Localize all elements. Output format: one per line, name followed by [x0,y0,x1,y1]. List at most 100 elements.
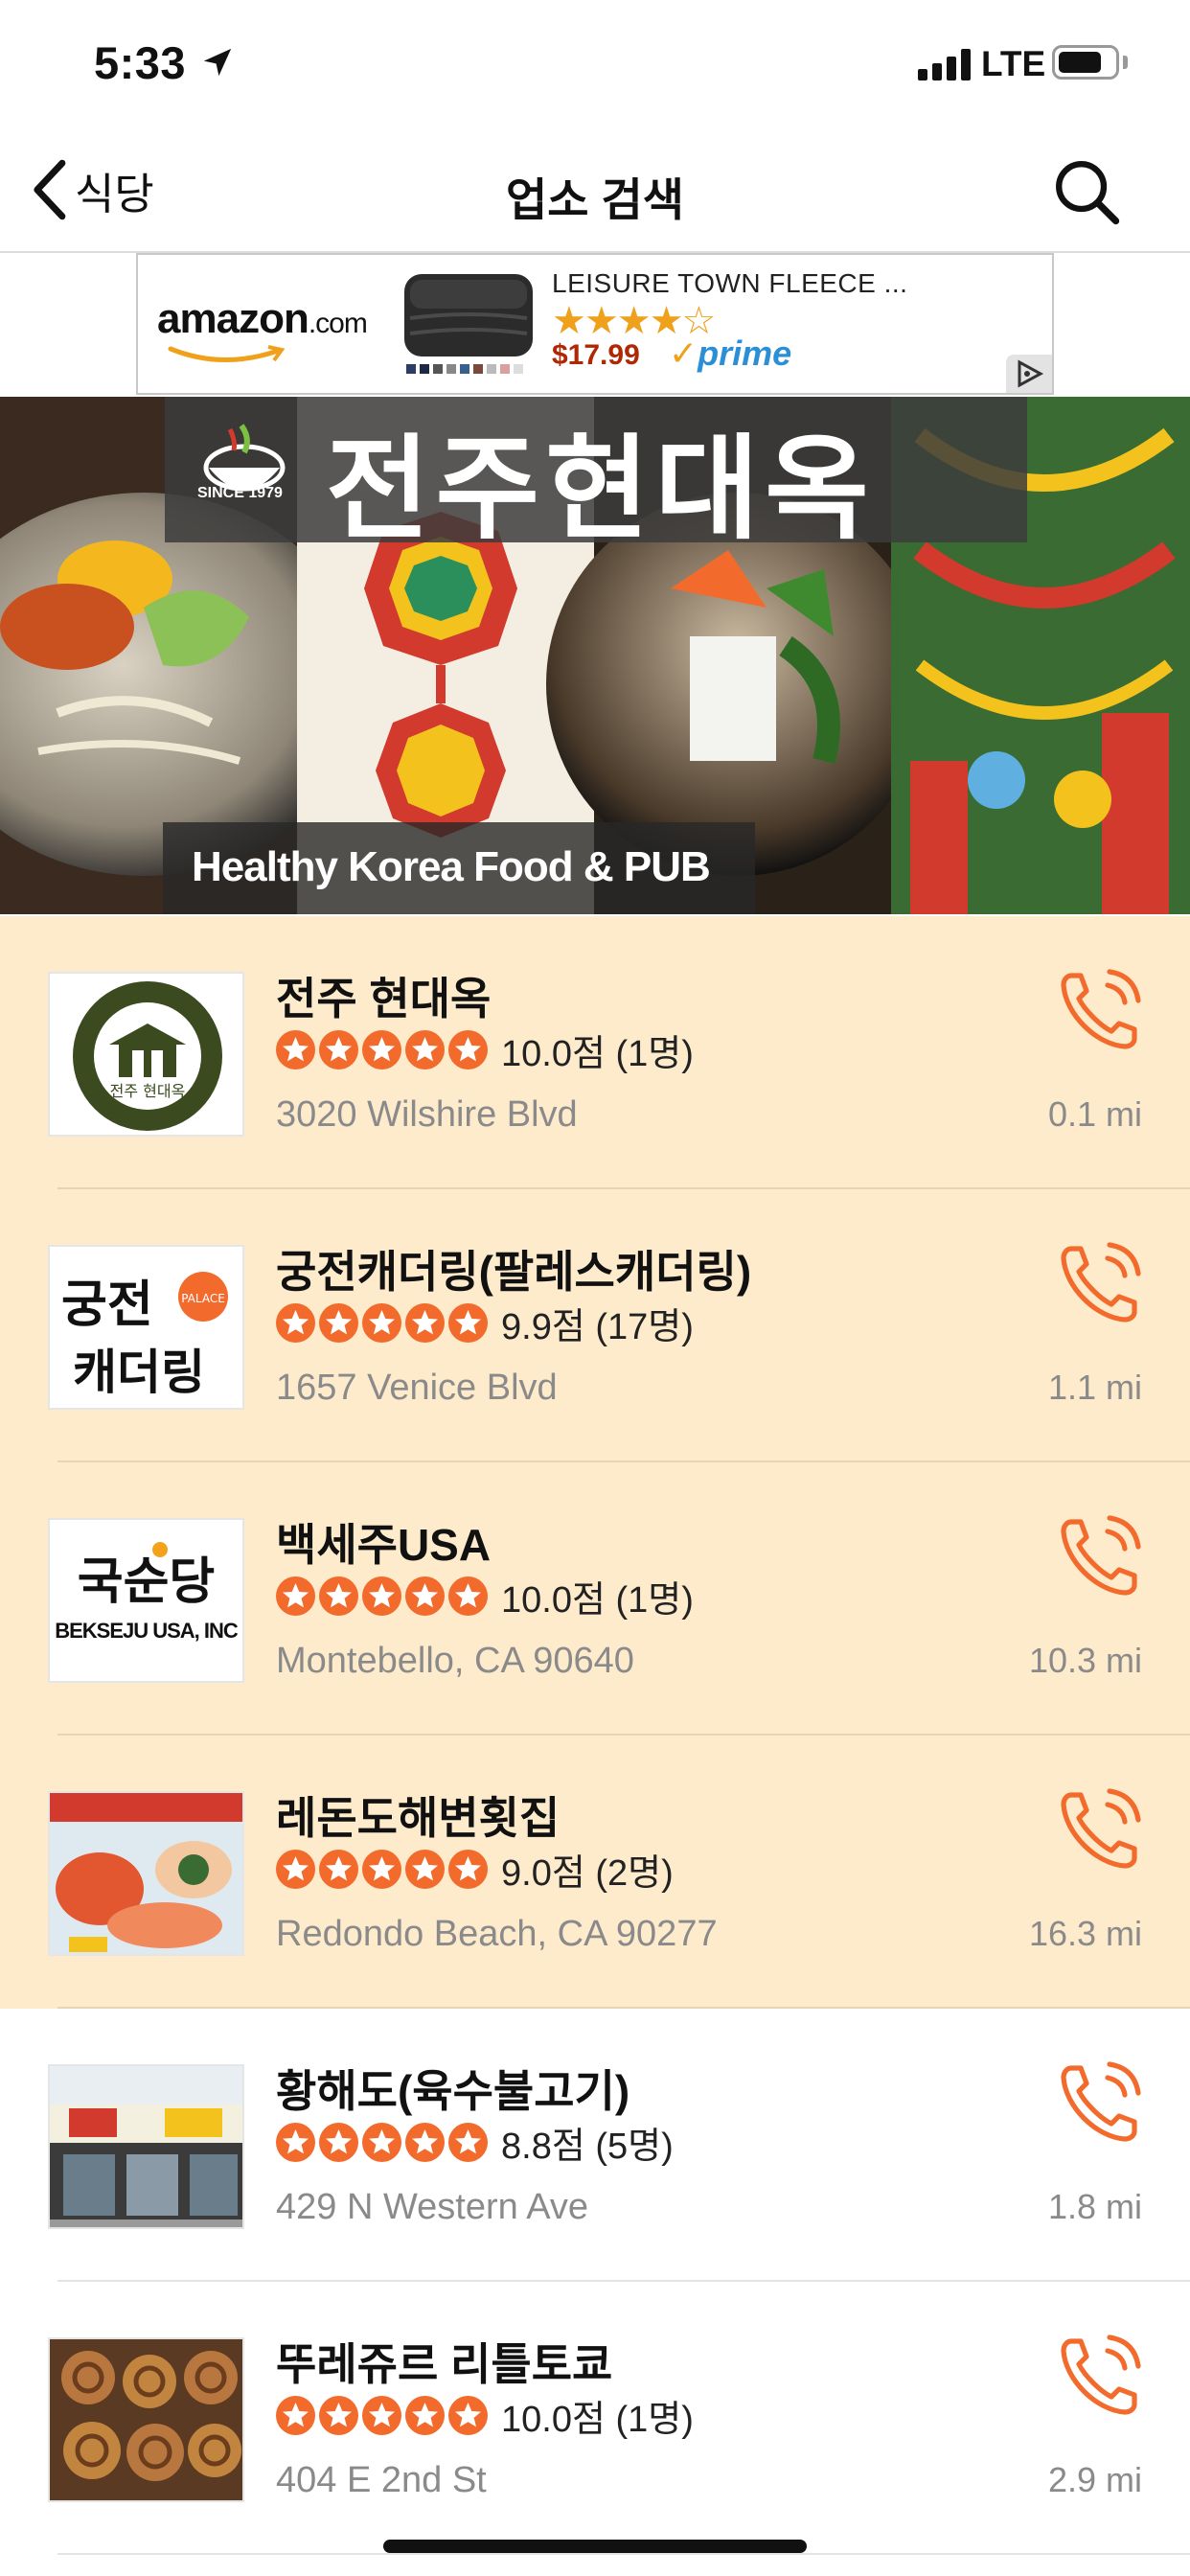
business-name: 뚜레쥬르 리틀토쿄 [276,2339,613,2389]
star-icon [405,2395,445,2435]
business-distance: 2.9 mi [1047,2460,1142,2499]
bekseju-logo-subtext: BEKSEJU USA, INC [55,1619,239,1643]
star-icon [405,1849,445,1889]
business-distance: 16.3 mi [1028,1914,1142,1953]
business-address: 1657 Venice Blvd [276,1368,558,1408]
star-rating [276,1576,488,1616]
list-item[interactable]: 궁전 PALACE 캐더링 궁전캐더링(팔레스캐더링) 9.9점 (17명) 1… [0,1189,1190,1462]
rating: 10.0점 (1명) [276,1574,694,1621]
rating-score: 8.8점 (5명) [501,2126,674,2167]
amazon-logo: amazon.com [157,295,368,342]
phone-call-icon[interactable] [1054,1510,1146,1602]
business-address: 404 E 2nd St [276,2460,487,2500]
row-divider [57,2553,1190,2555]
star-icon [448,2122,488,2162]
battery-icon [1052,45,1119,80]
star-icon [319,2122,358,2162]
ad-price: $17.99 [552,339,640,371]
amazon-smile-icon [168,345,286,363]
rating: 9.9점 (17명) [276,1300,694,1347]
business-thumbnail: 국순당 BEKSEJU USA, INC [48,1518,244,1683]
list-item[interactable]: 국순당 BEKSEJU USA, INC 백세주USA 10.0점 (1명) M… [0,1462,1190,1736]
business-distance: 1.1 mi [1047,1368,1142,1407]
rating: 9.0점 (2명) [276,1847,674,1894]
phone-call-icon[interactable] [1054,2057,1146,2149]
star-icon [405,1302,445,1343]
star-icon [276,1302,315,1343]
navigation-bar: 식당 업소 검색 [0,126,1190,253]
list-item[interactable]: 전주 현대옥 전주 현대옥 10.0점 (1명) 3020 Wilshire B… [0,916,1190,1189]
business-name: 궁전캐더링(팔레스캐더링) [276,1247,752,1297]
palace-catering-logo-image: 궁전 PALACE 캐더링 [50,1247,242,1408]
ad-choices-icon[interactable] [1006,355,1052,393]
hero-since-label: SINCE 1979 [197,485,283,501]
list-item[interactable]: 황해도(육수불고기) 8.8점 (5명) 429 N Western Ave 1… [0,2009,1190,2282]
star-icon [448,1302,488,1343]
storefront-image [50,2066,242,2227]
battery-tip [1123,56,1128,69]
rating: 10.0점 (1명) [276,1027,694,1074]
logo-dot-icon [151,1542,168,1557]
star-icon [405,1576,445,1616]
list-item[interactable]: 레돈도해변횟집 9.0점 (2명) Redondo Beach, CA 9027… [0,1736,1190,2009]
business-address: 3020 Wilshire Blvd [276,1094,578,1135]
hyundaiok-logo-image: 전주 현대옥 [50,974,242,1135]
phone-call-icon[interactable] [1054,2330,1146,2422]
rating-score: 10.0점 (1명) [501,1033,694,1074]
rating: 8.8점 (5명) [276,2120,674,2167]
fleece-blanket-image [404,274,533,374]
star-icon [319,1302,358,1343]
hero-banner[interactable]: SINCE 1979 전주현대옥 Healthy Korea Food & PU… [0,397,1190,914]
star-icon [448,2395,488,2435]
star-icon [362,2395,401,2435]
star-icon [319,1576,358,1616]
hero-title: 전주현대옥 [326,422,875,555]
business-name: 황해도(육수불고기) [276,2066,630,2116]
star-icon [276,1576,315,1616]
svg-text:캐더링: 캐더링 [73,1344,205,1400]
location-arrow-icon [203,48,232,77]
phone-call-icon[interactable] [1054,1783,1146,1875]
search-icon[interactable] [1052,157,1121,226]
svg-text:전주 현대옥: 전주 현대옥 [110,1082,186,1100]
phone-call-icon[interactable] [1054,964,1146,1056]
page-title: 업소 검색 [505,174,685,225]
business-distance: 1.8 mi [1047,2187,1142,2226]
svg-text:궁전: 궁전 [61,1276,153,1334]
business-address: 429 N Western Ave [276,2187,589,2227]
home-indicator[interactable] [383,2540,807,2553]
star-icon [362,1302,401,1343]
star-icon [362,1576,401,1616]
star-icon [448,1029,488,1070]
star-icon [362,1029,401,1070]
ad-banner[interactable]: amazon.com LEISURE TOWN FLEECE ... ★★★★☆… [136,253,1054,395]
status-time: 5:33 [94,37,187,88]
list-item[interactable]: 뚜레쥬르 리틀토쿄 10.0점 (1명) 404 E 2nd St 2.9 mi [0,2282,1190,2555]
star-rating [276,2122,488,2162]
prime-badge: ✓prime [669,334,792,373]
star-rating [276,1029,488,1070]
star-icon [319,1849,358,1889]
rating-score: 10.0점 (1명) [501,1579,694,1621]
status-bar: 5:33 LTE [0,0,1190,126]
phone-call-icon[interactable] [1054,1237,1146,1329]
business-thumbnail: 전주 현대옥 [48,972,244,1137]
business-distance: 0.1 mi [1047,1094,1142,1134]
star-icon [276,2122,315,2162]
bowl-logo-icon [203,424,286,492]
business-name: 전주 현대옥 [276,974,492,1024]
seafood-platter-image [50,1793,242,1954]
star-rating [276,1849,488,1889]
star-icon [448,1849,488,1889]
cellular-signal-icon [918,48,972,80]
business-address: Redondo Beach, CA 90277 [276,1914,718,1954]
rating-score: 9.0점 (2명) [501,1852,674,1894]
business-thumbnail: 궁전 PALACE 캐더링 [48,1245,244,1410]
star-icon [276,1849,315,1889]
hero-subtitle: Healthy Korea Food & PUB [192,843,711,890]
pastries-image [50,2339,242,2500]
business-distance: 10.3 mi [1028,1641,1142,1680]
ad-product-title: LEISURE TOWN FLEECE ... [552,268,908,298]
star-icon [319,2395,358,2435]
svg-text:PALACE: PALACE [181,1292,225,1305]
